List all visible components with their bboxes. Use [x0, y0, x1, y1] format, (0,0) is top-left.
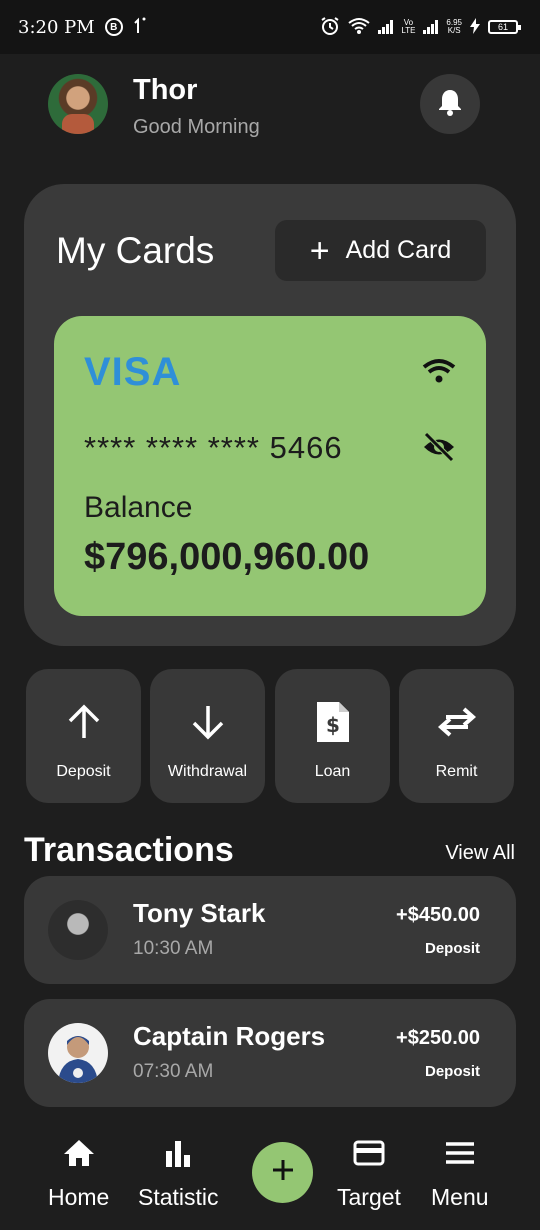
- nav-statistic-label: Statistic: [138, 1184, 219, 1210]
- home-icon: [63, 1136, 95, 1170]
- plus-icon: +: [309, 231, 330, 270]
- credit-card-icon: [353, 1136, 385, 1170]
- net-speed: 6.95 K/S: [446, 19, 462, 35]
- user-name: Thor: [133, 74, 198, 106]
- add-card-button[interactable]: + Add Card: [275, 220, 486, 281]
- withdrawal-label: Withdrawal: [167, 763, 248, 780]
- deposit-label: Deposit: [56, 763, 111, 780]
- remit-button[interactable]: Remit: [399, 669, 514, 803]
- balance-value: $796,000,960.00: [84, 536, 370, 578]
- arrow-up-icon: [66, 701, 102, 743]
- nav-menu[interactable]: Menu: [431, 1136, 489, 1211]
- quick-actions: Deposit Withdrawal $ Loan Remit: [26, 669, 516, 803]
- withdrawal-button[interactable]: Withdrawal: [150, 669, 265, 803]
- view-all-link[interactable]: View All: [445, 842, 515, 865]
- add-card-label: Add Card: [345, 236, 452, 264]
- signal-icon-2: [423, 20, 439, 34]
- wifi-status-icon: [348, 17, 370, 38]
- status-bar: 3:20 PM B Vo LTE 6.95 K/S 61: [0, 0, 540, 54]
- transaction-time: 10:30 AM: [133, 938, 214, 959]
- volte-indicator: Vo LTE: [401, 19, 415, 35]
- nav-target[interactable]: Target: [337, 1136, 401, 1211]
- transaction-name: Tony Stark: [133, 898, 266, 928]
- net-speed-unit: K/S: [447, 26, 461, 35]
- b-notification-icon: B: [104, 18, 123, 36]
- loan-button[interactable]: $ Loan: [275, 669, 390, 803]
- nav-statistic[interactable]: Statistic: [138, 1136, 219, 1211]
- avatar: [48, 1023, 108, 1083]
- nav-home[interactable]: Home: [48, 1136, 109, 1211]
- visa-logo: VISA: [84, 350, 182, 394]
- nav-target-label: Target: [337, 1184, 401, 1210]
- transactions-title: Transactions: [24, 831, 234, 869]
- loan-label: Loan: [314, 763, 351, 780]
- transaction-row[interactable]: Captain Rogers 07:30 AM +$250.00 Deposit: [24, 999, 516, 1107]
- svg-text:$: $: [326, 713, 340, 737]
- transaction-amount: +$250.00: [396, 1027, 480, 1049]
- avatar[interactable]: [48, 74, 108, 134]
- nav-home-label: Home: [48, 1184, 110, 1210]
- avatar: [48, 900, 108, 960]
- bottom-navigation: Home Statistic Target Menu: [0, 1120, 540, 1230]
- eye-off-icon[interactable]: [422, 432, 456, 467]
- my-cards-title: My Cards: [56, 230, 215, 271]
- remit-label: Remit: [435, 763, 478, 780]
- card-number: **** **** **** 5466: [84, 430, 343, 465]
- transaction-type: Deposit: [424, 1063, 480, 1080]
- transaction-amount: +$450.00: [396, 904, 480, 926]
- signal-icon-1: [378, 20, 394, 34]
- status-time: 3:20 PM: [18, 16, 95, 38]
- hamburger-menu-icon: [445, 1136, 475, 1170]
- bar-chart-icon: [164, 1136, 192, 1170]
- transaction-type: Deposit: [424, 940, 480, 957]
- header: Thor Good Morning: [48, 74, 488, 138]
- volte-bottom-text: LTE: [401, 26, 416, 35]
- notification-button[interactable]: [420, 74, 480, 134]
- transaction-row[interactable]: Tony Stark 10:30 AM +$450.00 Deposit: [24, 876, 516, 984]
- bell-icon: [437, 88, 463, 121]
- visa-card[interactable]: VISA **** **** **** 5466 Balance $796,00…: [54, 316, 486, 616]
- my-cards-panel: My Cards + Add Card VISA **** **** **** …: [24, 184, 516, 646]
- document-dollar-icon: $: [315, 701, 351, 743]
- deposit-button[interactable]: Deposit: [26, 669, 141, 803]
- plus-icon: [271, 1158, 295, 1187]
- upload-notification-icon: [133, 16, 147, 39]
- transaction-name: Captain Rogers: [133, 1021, 326, 1051]
- arrow-down-icon: [190, 701, 226, 743]
- nav-menu-label: Menu: [431, 1184, 489, 1210]
- greeting-text: Good Morning: [133, 116, 260, 138]
- alarm-icon: [320, 16, 340, 39]
- transaction-time: 07:30 AM: [133, 1061, 214, 1082]
- swap-arrows-icon: [436, 701, 478, 743]
- add-fab-button[interactable]: [252, 1142, 313, 1203]
- battery-icon: 61: [488, 20, 521, 34]
- charging-icon: [470, 17, 480, 37]
- contactless-wifi-icon: [422, 358, 456, 389]
- balance-label: Balance: [84, 491, 193, 524]
